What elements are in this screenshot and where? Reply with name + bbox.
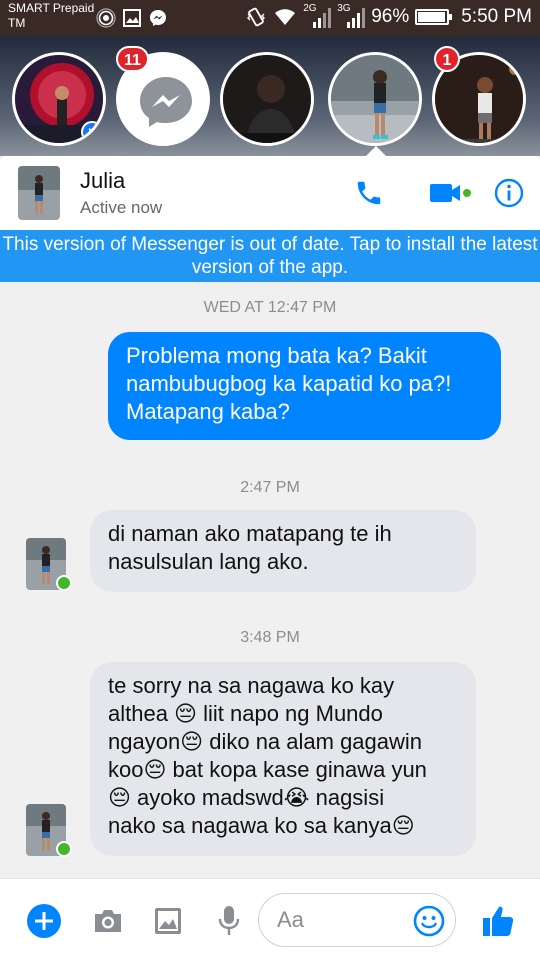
smiley-icon (413, 905, 445, 937)
more-actions-button[interactable] (26, 903, 62, 939)
conversation-header: Julia Active now (0, 156, 540, 230)
contact-avatar[interactable] (18, 166, 60, 220)
gallery-icon (122, 8, 142, 28)
video-badge-icon (81, 121, 103, 143)
plus-icon (27, 904, 61, 938)
battery-icon (415, 9, 453, 25)
signal-2g-icon: 2G (303, 3, 332, 30)
vibrate-icon (245, 6, 267, 28)
emoji-button[interactable] (413, 905, 445, 937)
message-incoming[interactable]: te sorry na sa nagawa ko kay althea 😔 li… (90, 662, 476, 856)
status-bar: SMART Prepaid TM 2G 3G 96% 5:50 PM (0, 0, 540, 36)
voice-call-button[interactable] (352, 176, 386, 210)
carrier-sub: TM (8, 16, 26, 30)
update-banner[interactable]: This version of Messenger is out of date… (0, 230, 540, 282)
system-icons: 2G 3G 96% 5:50 PM (245, 4, 532, 30)
unread-badge: 11 (116, 46, 149, 72)
chat-head-3[interactable] (220, 52, 314, 146)
messenger-icon (148, 8, 168, 28)
net-2g-label: 2G (303, 3, 317, 14)
timestamp: 2:47 PM (240, 479, 300, 496)
wifi-icon (273, 7, 297, 27)
chat-head-1[interactable] (12, 52, 106, 146)
thumbs-up-icon (483, 906, 514, 936)
message-text: di naman ako matapang te ih nasulsulan l… (108, 521, 392, 574)
contact-name[interactable]: Julia (80, 168, 125, 194)
voice-message-button[interactable] (211, 903, 247, 939)
timestamp: 3:48 PM (240, 629, 300, 646)
video-camera-icon (430, 184, 471, 202)
message-outgoing[interactable]: Problema mong bata ka? Bakit nambubugbog… (108, 332, 501, 440)
message-input-box[interactable] (258, 893, 456, 947)
message-text: te sorry na sa nagawa ko kay althea 😔 li… (108, 673, 427, 838)
phone-icon (357, 181, 381, 205)
carrier-name: SMART Prepaid (8, 1, 95, 15)
clock: 5:50 PM (461, 6, 532, 27)
online-indicator (56, 575, 72, 591)
message-input[interactable] (277, 904, 407, 936)
notification-icons (96, 8, 168, 28)
info-button[interactable] (492, 176, 526, 210)
timestamp: WED AT 12:47 PM (203, 299, 337, 316)
unread-badge: 1 (434, 46, 460, 72)
info-icon (494, 178, 524, 208)
carrier-label: SMART Prepaid TM (8, 1, 94, 31)
battery-percent: 96% (371, 6, 410, 27)
message-incoming[interactable]: di naman ako matapang te ih nasulsulan l… (90, 510, 476, 592)
online-indicator (56, 841, 72, 857)
battery-fill (418, 12, 446, 22)
gallery-button[interactable] (150, 903, 186, 939)
contact-status: Active now (80, 198, 163, 217)
like-button[interactable] (480, 903, 516, 939)
net-3g-label: 3G (337, 3, 351, 14)
camera-icon (95, 910, 121, 932)
active-head-pointer (366, 146, 386, 156)
composer-bar (0, 878, 540, 960)
chat-heads-strip: 11 1 (0, 36, 540, 156)
avatar-photo-icon (18, 166, 60, 220)
signal-3g-icon: 3G (337, 3, 366, 30)
chat-head-julia[interactable] (328, 52, 422, 146)
microphone-icon (218, 906, 240, 935)
message-text: Problema mong bata ka? Bakit nambubugbog… (126, 343, 452, 424)
camera-button[interactable] (90, 903, 126, 939)
hotspot-icon (96, 8, 116, 28)
image-icon (155, 908, 181, 934)
video-call-button[interactable] (426, 176, 474, 210)
